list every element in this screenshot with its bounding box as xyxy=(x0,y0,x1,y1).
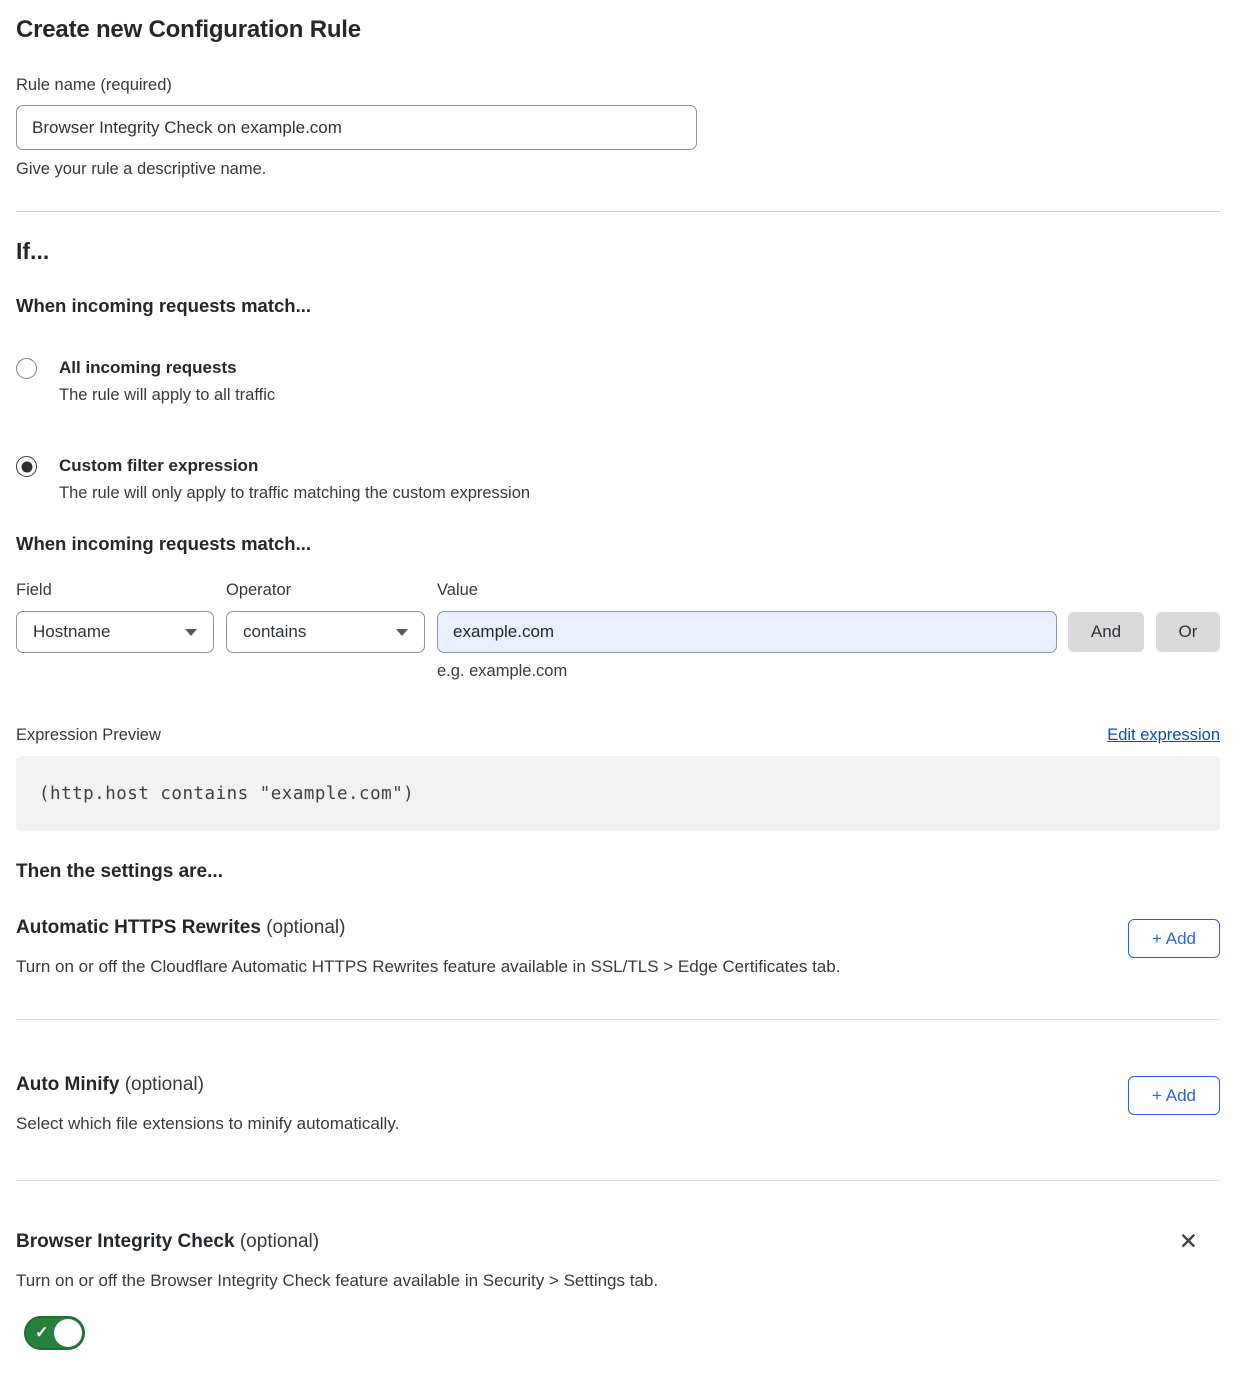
rule-name-input[interactable] xyxy=(16,105,697,150)
create-configuration-rule-page: Create new Configuration Rule Rule name … xyxy=(0,0,1237,1395)
setting-auto-minify: Auto Minify (optional) Select which file… xyxy=(16,1073,1220,1134)
filter-heading: When incoming requests match... xyxy=(16,533,1220,555)
operator-label: Operator xyxy=(226,581,437,600)
setting-title-name: Auto Minify xyxy=(16,1074,119,1095)
or-button[interactable]: Or xyxy=(1156,612,1220,652)
setting-automatic-https-rewrites: Automatic HTTPS Rewrites (optional) Turn… xyxy=(16,916,1220,977)
expression-code: (http.host contains "example.com") xyxy=(39,784,414,804)
match-heading: When incoming requests match... xyxy=(16,295,1220,317)
setting-browser-integrity-check: Browser Integrity Check (optional) ✕ Tur… xyxy=(16,1230,1220,1355)
radio-selected-icon[interactable] xyxy=(16,456,37,477)
filter-column-labels: Field Operator Value xyxy=(16,581,1220,600)
filter-builder-row: Hostname contains And Or xyxy=(16,611,1220,653)
operator-select[interactable]: contains xyxy=(226,611,425,653)
radio-option-custom-filter[interactable]: Custom filter expression The rule will o… xyxy=(16,455,1220,503)
edit-expression-link[interactable]: Edit expression xyxy=(1107,726,1220,745)
and-button[interactable]: And xyxy=(1068,612,1144,652)
operator-select-value: contains xyxy=(243,622,306,642)
setting-title: Browser Integrity Check (optional) xyxy=(16,1230,319,1253)
expression-header: Expression Preview Edit expression xyxy=(16,726,1220,745)
field-select-value: Hostname xyxy=(33,622,110,642)
setting-divider xyxy=(16,1019,1220,1020)
value-hint: e.g. example.com xyxy=(437,662,1220,681)
setting-divider xyxy=(16,1180,1220,1181)
page-title: Create new Configuration Rule xyxy=(16,16,1220,44)
browser-integrity-check-toggle[interactable]: ✓ xyxy=(24,1316,85,1350)
expression-preview-label: Expression Preview xyxy=(16,726,161,745)
setting-optional-tag: (optional) xyxy=(125,1074,204,1095)
setting-title: Auto Minify (optional) xyxy=(16,1073,399,1096)
setting-description: Turn on or off the Cloudflare Automatic … xyxy=(16,956,840,977)
if-heading: If... xyxy=(16,237,1220,265)
then-settings-heading: Then the settings are... xyxy=(16,860,1220,883)
chevron-down-icon xyxy=(185,629,197,636)
setting-title-name: Automatic HTTPS Rewrites xyxy=(16,917,261,938)
chevron-down-icon xyxy=(396,629,408,636)
rule-name-label: Rule name (required) xyxy=(16,75,1220,95)
radio-option-description: The rule will only apply to traffic matc… xyxy=(59,483,530,503)
close-icon[interactable]: ✕ xyxy=(1179,1230,1198,1253)
field-label: Field xyxy=(16,581,226,600)
toggle-knob xyxy=(54,1319,82,1347)
setting-description: Select which file extensions to minify a… xyxy=(16,1113,399,1134)
setting-title: Automatic HTTPS Rewrites (optional) xyxy=(16,916,840,939)
setting-optional-tag: (optional) xyxy=(266,917,345,938)
radio-unselected-icon[interactable] xyxy=(16,358,37,379)
expression-preview-box: (http.host contains "example.com") xyxy=(16,756,1220,831)
setting-description: Turn on or off the Browser Integrity Che… xyxy=(16,1270,1220,1291)
section-divider xyxy=(16,211,1220,212)
rule-name-help: Give your rule a descriptive name. xyxy=(16,159,1220,179)
radio-option-all-requests[interactable]: All incoming requests The rule will appl… xyxy=(16,357,1220,405)
radio-option-description: The rule will apply to all traffic xyxy=(59,385,275,405)
setting-title-name: Browser Integrity Check xyxy=(16,1231,235,1252)
check-icon: ✓ xyxy=(35,1323,48,1343)
radio-option-label: All incoming requests xyxy=(59,357,275,378)
add-automatic-https-rewrites-button[interactable]: + Add xyxy=(1128,919,1220,958)
field-select[interactable]: Hostname xyxy=(16,611,214,653)
setting-optional-tag: (optional) xyxy=(240,1231,319,1252)
value-input[interactable] xyxy=(437,611,1057,653)
value-label: Value xyxy=(437,581,1220,600)
add-auto-minify-button[interactable]: + Add xyxy=(1128,1076,1220,1115)
radio-option-label: Custom filter expression xyxy=(59,455,530,476)
